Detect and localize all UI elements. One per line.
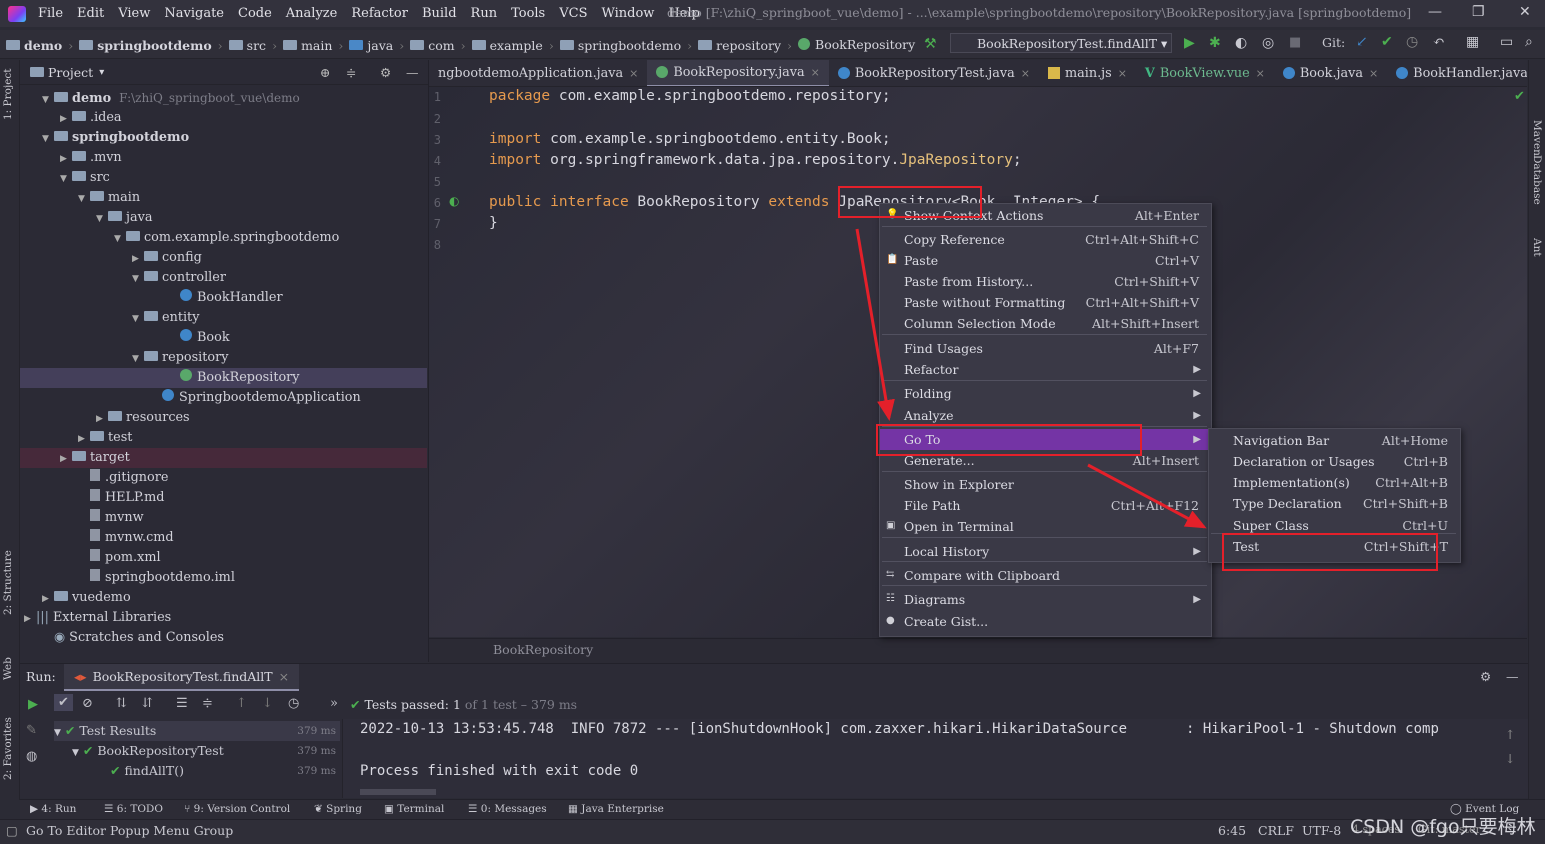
- passed-check-icon: ✔: [82, 743, 94, 758]
- test-results-row[interactable]: ▼ ✔ Test Results 379 ms: [54, 721, 340, 741]
- test-class-row[interactable]: ▼ ✔ BookRepositoryTest 379 ms: [72, 741, 340, 761]
- scroll-up-icon[interactable]: ↑: [1505, 727, 1515, 742]
- next-failed-icon[interactable]: ↓: [262, 696, 273, 711]
- test-history-icon[interactable]: ◷: [288, 696, 299, 711]
- bottom-tool-tabs: ▶ 4: Run ☰ 6: TODO ⑂ 9: Version Control …: [20, 799, 1545, 820]
- run-config-tab[interactable]: ◂▸ BookRepositoryTest.findAllT ×: [64, 664, 300, 691]
- line-separator[interactable]: CRLF: [1258, 823, 1294, 838]
- console-log-line: 2022-10-13 13:53:45.748 INFO 7872 --- [i…: [360, 721, 1439, 737]
- expand-all-icon[interactable]: ☰: [176, 696, 188, 711]
- tool-tab-terminal[interactable]: ▣ Terminal: [384, 803, 444, 815]
- console-exit-line: Process finished with exit code 0: [360, 763, 639, 779]
- annotation-arrow-right: [1087, 463, 1207, 529]
- run-tab-icon: ◂▸: [74, 669, 87, 684]
- sort-alpha-icon[interactable]: ⇅: [116, 696, 127, 711]
- tool-tab-version-control[interactable]: ⑂ 9: Version Control: [184, 803, 290, 815]
- toggle-tool-windows-icon[interactable]: ▢: [6, 823, 18, 838]
- console-scrollbar[interactable]: [360, 789, 436, 795]
- run-label: Run:: [26, 669, 56, 684]
- passed-check-icon: ✔: [64, 723, 76, 738]
- tool-tab-java-enterprise[interactable]: ▦ Java Enterprise: [568, 803, 664, 815]
- passed-check-icon: ✔: [350, 697, 361, 712]
- run-toolbar: ▶ ✔ ⊘ ⇅ ⇵ ☰ ≑ ↑ ↓ ◷ » ✔ Tests passed: 1 …: [20, 691, 1528, 719]
- more-actions-icon[interactable]: »: [330, 696, 338, 711]
- status-bar: ▢ Go To Editor Popup Menu Group 6:45 CRL…: [0, 816, 1545, 844]
- run-panel-header: Run: ◂▸ BookRepositoryTest.findAllT × ⚙ —: [20, 663, 1528, 691]
- show-passed-icon[interactable]: ✔: [54, 694, 73, 711]
- tests-status: ✔ Tests passed: 1 of 1 test – 379 ms: [350, 697, 578, 712]
- test-method-row[interactable]: ✔ findAllT() 379 ms: [110, 761, 340, 781]
- rerun-icon[interactable]: ▶: [28, 697, 38, 712]
- scroll-down-icon[interactable]: ↓: [1505, 751, 1515, 766]
- tool-tab-run[interactable]: ▶ 4: Run: [30, 803, 76, 815]
- passed-check-icon: ✔: [110, 763, 121, 778]
- tool-tab-spring[interactable]: ❦ Spring: [314, 803, 362, 815]
- annotation-arrow-down: [855, 228, 895, 421]
- csdn-watermark: CSDN @fgo只要梅林: [1350, 816, 1536, 838]
- test-results-tree: ✎ ◍ ▼ ✔ Test Results 379 ms ▼ ✔ BookRepos…: [20, 719, 343, 798]
- close-tab-icon[interactable]: ×: [279, 669, 289, 684]
- run-console[interactable]: 2022-10-13 13:53:45.748 INFO 7872 --- [i…: [343, 719, 1528, 798]
- hide-panel-icon[interactable]: —: [1506, 669, 1519, 684]
- settings-gear-icon[interactable]: ⚙: [1480, 669, 1491, 684]
- show-ignored-icon[interactable]: ⊘: [82, 696, 93, 711]
- tool-tab-messages[interactable]: ☰ 0: Messages: [468, 803, 547, 815]
- prev-failed-icon[interactable]: ↑: [236, 696, 247, 711]
- tool-tab-todo[interactable]: ☰ 6: TODO: [104, 803, 163, 815]
- pin-icon[interactable]: ✎: [26, 723, 37, 738]
- caret-position[interactable]: 6:45: [1218, 823, 1246, 838]
- status-message: Go To Editor Popup Menu Group: [26, 823, 234, 838]
- collapse-all-icon[interactable]: ≑: [202, 696, 213, 711]
- dump-threads-icon[interactable]: ◍: [26, 749, 37, 764]
- sort-duration-icon[interactable]: ⇵: [142, 696, 153, 711]
- file-encoding[interactable]: UTF-8: [1302, 823, 1341, 838]
